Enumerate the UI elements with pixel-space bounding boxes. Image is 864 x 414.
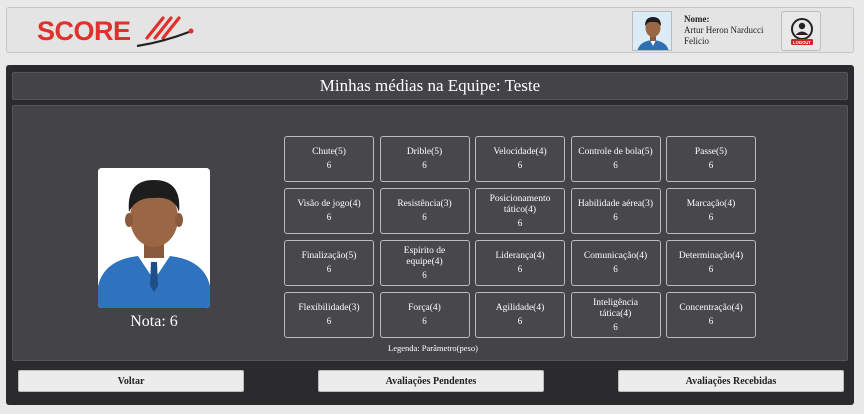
- skill-label: Resistência(3): [397, 199, 452, 209]
- skill-label: Passe(5): [694, 147, 728, 157]
- skill-flexibilidade: Flexibilidade(3) 6: [284, 292, 374, 338]
- nota-label: Nota: 6: [130, 313, 178, 330]
- logout-icon: LOGOUT: [791, 18, 813, 45]
- skill-label: Posicionamento tático(4): [489, 193, 551, 215]
- skill-controle-de-bola: Controle de bola(5) 6: [570, 136, 661, 182]
- skill-agilidade: Agilidade(4) 6: [475, 292, 565, 338]
- skill-label: Chute(5): [312, 147, 346, 157]
- skill-passe: Passe(5) 6: [666, 136, 756, 182]
- skill-label: Agilidade(4): [495, 303, 545, 313]
- skill-value: 6: [517, 264, 523, 274]
- voltar-button[interactable]: Voltar: [18, 370, 244, 392]
- skill-label: Comunicação(4): [583, 251, 648, 261]
- skill-value: 6: [326, 160, 332, 170]
- skill-value: 6: [422, 160, 427, 170]
- logout-button[interactable]: LOGOUT: [781, 11, 821, 51]
- skill-label: Visão de jogo(4): [297, 199, 361, 209]
- skill-value: 6: [517, 217, 523, 228]
- page-title: Minhas médias na Equipe: Teste: [12, 72, 848, 100]
- user-name-label: Nome:: [684, 14, 710, 24]
- skill-label: Força(4): [408, 303, 441, 313]
- skill-comunicacao: Comunicação(4) 6: [570, 240, 661, 286]
- skill-value: 6: [708, 316, 714, 326]
- legend-text: Legenda: Parâmetro(peso): [388, 343, 478, 353]
- skill-finalizacao: Finalização(5) 6: [284, 240, 374, 286]
- skill-chute: Chute(5) 6: [284, 136, 374, 182]
- skill-label: Habilidade aérea(3): [577, 199, 654, 209]
- player-photo: [98, 168, 210, 308]
- skill-drible: Drible(5) 6: [379, 136, 470, 182]
- skill-value: 6: [326, 212, 332, 222]
- skill-label: Flexibilidade(3): [298, 303, 360, 313]
- skill-velocidade: Velocidade(4) 6: [475, 136, 565, 182]
- skill-value: 6: [708, 212, 714, 222]
- skill-concentracao: Concentração(4) 6: [666, 292, 756, 338]
- skill-label: Controle de bola(5): [578, 147, 653, 157]
- skill-label: Inteligência tática(4): [593, 297, 638, 319]
- logo-slashes-icon: [136, 16, 194, 48]
- skill-label: Concentração(4): [679, 303, 743, 313]
- skill-value: 6: [326, 316, 332, 326]
- skill-value: 6: [613, 321, 618, 332]
- skill-habilidade-aerea: Habilidade aérea(3) 6: [570, 188, 661, 234]
- skill-value: 6: [517, 160, 523, 170]
- skill-determinacao: Determinação(4) 6: [666, 240, 756, 286]
- skill-forca: Força(4) 6: [379, 292, 470, 338]
- skills-grid: Chute(5) 6 Drible(5) 6 Velocidade(4) 6 Cont…: [284, 136, 756, 338]
- skill-value: 6: [422, 316, 427, 326]
- logout-label: LOGOUT: [793, 40, 811, 45]
- skill-value: 6: [613, 160, 618, 170]
- skill-label: Marcação(4): [686, 199, 736, 209]
- user-info: Nome: Artur Heron Narducci Felicio: [684, 14, 763, 47]
- user-avatar[interactable]: [632, 11, 672, 51]
- main-panel: Minhas médias na Equipe: Teste Nota: 6 C…: [6, 65, 854, 405]
- skill-label: Finalização(5): [301, 251, 357, 261]
- avaliacoes-pendentes-button[interactable]: Avaliações Pendentes: [318, 370, 544, 392]
- skill-label: Espírito de equipe(4): [403, 245, 446, 267]
- user-name-line2: Felicio: [684, 36, 709, 46]
- skill-espirito-de-equipe: Espírito de equipe(4) 6: [379, 240, 470, 286]
- skill-label: Determinação(4): [678, 251, 744, 261]
- content-panel: Nota: 6 Chute(5) 6 Drible(5) 6 Velocidade(…: [12, 105, 848, 361]
- skill-value: 6: [326, 264, 332, 274]
- logo-text: SCORE: [37, 15, 131, 46]
- skill-value: 6: [517, 316, 523, 326]
- skill-marcacao: Marcação(4) 6: [666, 188, 756, 234]
- skill-value: 6: [708, 264, 714, 274]
- score-logo[interactable]: SCORE: [37, 12, 203, 50]
- user-avatar-icon: [633, 12, 671, 50]
- skill-label: Velocidade(4): [493, 147, 547, 157]
- skill-lideranca: Liderança(4) 6: [475, 240, 565, 286]
- top-header: SCORE Nome: Artur Heron Narducci Felicio: [6, 7, 854, 53]
- skill-label: Drible(5): [406, 147, 443, 157]
- user-name-line1: Artur Heron Narducci: [684, 25, 764, 35]
- skill-inteligencia-tatica: Inteligência tática(4) 6: [570, 292, 661, 338]
- skill-label: Liderança(4): [495, 251, 545, 261]
- skill-value: 6: [613, 264, 618, 274]
- skill-value: 6: [422, 269, 427, 280]
- skill-value: 6: [613, 212, 618, 222]
- skill-resistencia: Resistência(3) 6: [379, 188, 470, 234]
- player-avatar-icon: [98, 168, 210, 308]
- skill-visao-de-jogo: Visão de jogo(4) 6: [284, 188, 374, 234]
- skill-value: 6: [708, 160, 714, 170]
- skill-value: 6: [422, 212, 427, 222]
- skill-posicionamento-tatico: Posicionamento tático(4) 6: [475, 188, 565, 234]
- avaliacoes-recebidas-button[interactable]: Avaliações Recebidas: [618, 370, 844, 392]
